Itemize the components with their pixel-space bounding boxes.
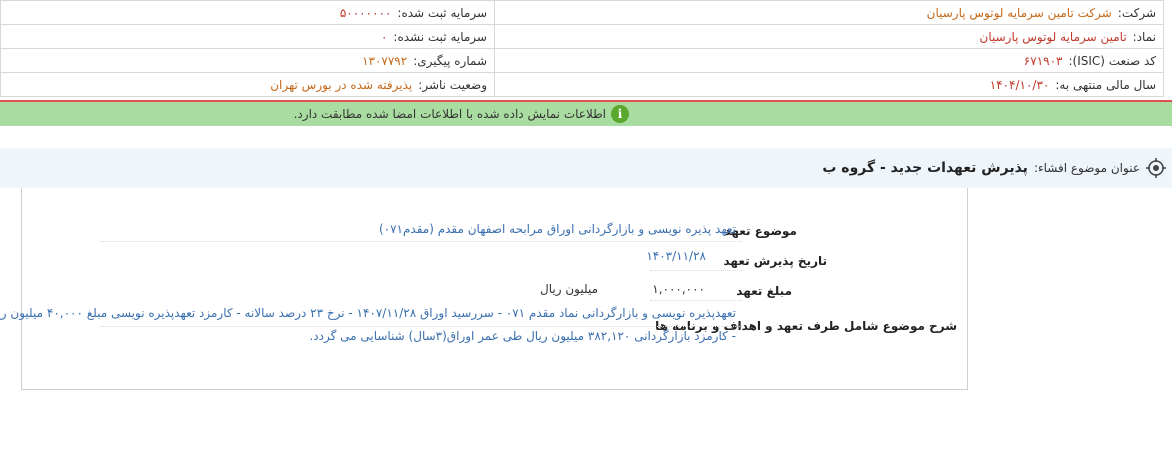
subject-value: تعهد پذیره نویسی و بازارگردانی اوراق مرا…: [378, 222, 736, 236]
company-value[interactable]: شرکت تامین سرمایه لوتوس پارسیان: [927, 6, 1112, 20]
company-cell: شرکت: شرکت تامین سرمایه لوتوس پارسیان: [494, 0, 1164, 25]
amount-label: مبلغ تعهد: [736, 284, 792, 298]
info-row: شرکت: شرکت تامین سرمایه لوتوس پارسیان سرم…: [0, 0, 1164, 25]
commitment-details-box: موضوع تعهد تعهد پذیره نویسی و بازارگردان…: [0, 188, 968, 390]
title-label: عنوان موضوع افشاء:: [1033, 161, 1140, 175]
registered-capital-label: سرمایه ثبت شده:: [397, 5, 487, 20]
row-underline: [100, 241, 742, 242]
isic-value: ۶۷۱۹۰۳: [1023, 53, 1063, 68]
amount-unit: میلیون ریال: [540, 282, 598, 296]
fiscal-year-label: سال مالی منتهی به:: [1055, 77, 1156, 92]
row-underline: [100, 326, 742, 327]
fiscal-year-cell: سال مالی منتهی به: ۱۴۰۴/۱۰/۳۰: [494, 72, 1164, 97]
registered-capital-cell: سرمایه ثبت شده: ۵۰۰۰۰۰۰۰: [0, 0, 495, 25]
date-label: تاریخ پذیرش تعهد: [723, 254, 827, 268]
signature-notice: i اطلاعات نمایش داده شده با اطلاعات امضا…: [0, 102, 1172, 126]
description-line2: - کارمزد بازارگردانی ۳۸۲,۱۲۰ میلیون ریال…: [309, 329, 736, 343]
isic-label: کد صنعت (ISIC):: [1068, 53, 1156, 68]
description-line1: تعهدپذیره نویسی و بازارگردانی نماد مقدم …: [0, 306, 736, 320]
notice-text: اطلاعات نمایش داده شده با اطلاعات امضا ش…: [293, 107, 606, 121]
tracking-value: ۱۳۰۷۷۹۲: [362, 53, 408, 68]
disclosure-title-bar: عنوان موضوع افشاء: پذیرش تعهدات جدید - گ…: [0, 148, 1172, 188]
publisher-status-label: وضعیت ناشر:: [418, 77, 487, 92]
fiscal-year-value: ۱۴۰۴/۱۰/۳۰: [989, 77, 1050, 92]
unregistered-capital-cell: سرمایه ثبت نشده: ۰: [0, 24, 495, 49]
company-info-table: شرکت: شرکت تامین سرمایه لوتوس پارسیان سرم…: [0, 0, 1164, 97]
unregistered-capital-label: سرمایه ثبت نشده:: [393, 29, 487, 44]
company-label: شرکت:: [1117, 5, 1156, 20]
symbol-value[interactable]: تامین سرمایه لوتوس پارسیان: [980, 30, 1127, 44]
tracking-cell: شماره پیگیری: ۱۳۰۷۷۹۲: [0, 48, 495, 73]
isic-cell: کد صنعت (ISIC): ۶۷۱۹۰۳: [494, 48, 1164, 73]
info-row: نماد: تامین سرمایه لوتوس پارسیان سرمایه ث…: [0, 24, 1164, 49]
page-title: پذیرش تعهدات جدید - گروه ب: [822, 160, 1028, 176]
unregistered-capital-value: ۰: [380, 29, 388, 44]
row-underline: [650, 270, 742, 271]
date-value: ۱۴۰۳/۱۱/۲۸: [646, 249, 706, 263]
symbol-label: نماد:: [1132, 29, 1156, 44]
info-row: سال مالی منتهی به: ۱۴۰۴/۱۰/۳۰ وضعیت ناشر:…: [0, 72, 1164, 97]
registered-capital-value: ۵۰۰۰۰۰۰۰: [339, 5, 392, 20]
publisher-status-cell: وضعیت ناشر: پذیرفته شده در بورس تهران: [0, 72, 495, 97]
info-icon: i: [611, 105, 629, 123]
amount-value: ۱,۰۰۰,۰۰۰: [652, 282, 705, 296]
row-underline: [650, 300, 742, 301]
symbol-cell: نماد: تامین سرمایه لوتوس پارسیان: [494, 24, 1164, 49]
tracking-label: شماره پیگیری:: [413, 53, 487, 68]
info-row: کد صنعت (ISIC): ۶۷۱۹۰۳ شماره پیگیری: ۱۳۰۷۷…: [0, 48, 1164, 73]
target-icon: [1146, 158, 1166, 178]
publisher-status-value: پذیرفته شده در بورس تهران: [270, 77, 413, 92]
